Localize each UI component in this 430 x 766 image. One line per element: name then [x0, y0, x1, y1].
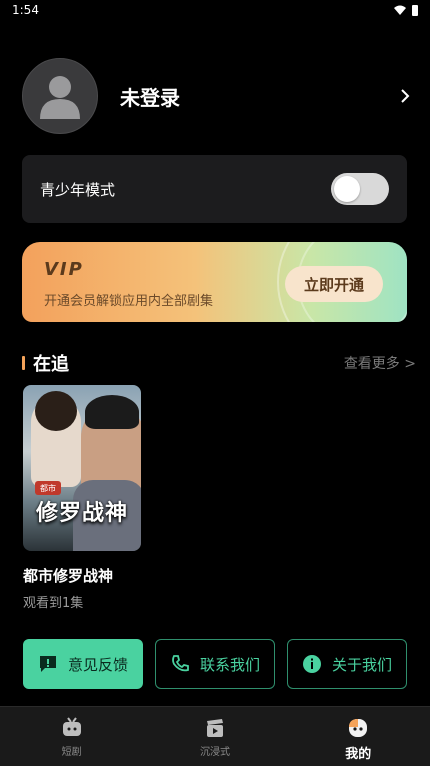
tab-mine-label: 我的: [345, 747, 372, 762]
view-more-link[interactable]: 查看更多 >: [344, 353, 416, 373]
status-bar: 1:54: [0, 0, 430, 20]
toggle-knob: [334, 176, 360, 202]
following-title: 在追: [22, 350, 69, 376]
following-header: 在追 查看更多 >: [22, 350, 416, 376]
poster-figure: [35, 391, 77, 431]
poster-tag: 都市: [35, 481, 61, 495]
teen-mode-toggle[interactable]: [331, 173, 389, 205]
battery-icon: [412, 4, 418, 16]
section-accent-bar: [22, 356, 25, 370]
user-placeholder-icon: [40, 76, 80, 119]
about-label: 关于我们: [331, 655, 392, 674]
phone-icon: [172, 655, 189, 672]
feedback-icon: [39, 656, 56, 672]
teen-mode-row: 青少年模式: [22, 155, 407, 223]
feedback-button[interactable]: 意见反馈: [23, 639, 143, 689]
following-title-text: 在追: [33, 354, 69, 375]
tab-mine[interactable]: 我的: [287, 707, 430, 762]
vip-subtitle: 开通会员解锁应用内全部剧集: [44, 294, 214, 309]
wifi-icon: [394, 5, 406, 15]
vip-subscribe-button[interactable]: 立即开通: [285, 266, 383, 302]
status-icons: [394, 4, 418, 16]
profile-name: 未登录: [120, 85, 180, 110]
profile-row[interactable]: 未登录: [22, 58, 412, 134]
about-button[interactable]: 关于我们: [287, 639, 407, 689]
contact-button[interactable]: 联系我们: [155, 639, 275, 689]
bottom-tab-bar: 短剧 沉浸式 我的: [0, 706, 430, 766]
poster-figure: [85, 395, 139, 429]
feedback-label: 意见反馈: [67, 655, 128, 674]
avatar[interactable]: [22, 58, 98, 134]
poster-title: 修罗战神: [35, 500, 128, 526]
tab-immersive-label: 沉浸式: [199, 747, 230, 758]
teen-mode-label: 青少年模式: [40, 180, 116, 199]
vip-title: VIP: [44, 259, 84, 280]
chevron-right-icon[interactable]: [398, 89, 412, 103]
tab-immersive[interactable]: 沉浸式: [143, 707, 286, 758]
info-icon: [302, 655, 321, 673]
drama-poster[interactable]: 都市 修罗战神: [23, 385, 141, 551]
tab-short-drama[interactable]: 短剧: [0, 707, 143, 758]
mine-face-icon: [349, 719, 368, 737]
vip-banner[interactable]: VIP 开通会员解锁应用内全部剧集 立即开通: [22, 242, 407, 322]
tv-icon: [62, 717, 81, 736]
status-time: 1:54: [12, 3, 39, 17]
drama-name[interactable]: 都市修罗战神: [23, 565, 113, 586]
drama-progress: 观看到1集: [23, 596, 84, 611]
clapperboard-icon: [206, 719, 223, 737]
action-buttons: 意见反馈 联系我们 关于我们: [23, 639, 407, 689]
tab-short-drama-label: 短剧: [61, 747, 82, 758]
contact-label: 联系我们: [199, 655, 260, 674]
